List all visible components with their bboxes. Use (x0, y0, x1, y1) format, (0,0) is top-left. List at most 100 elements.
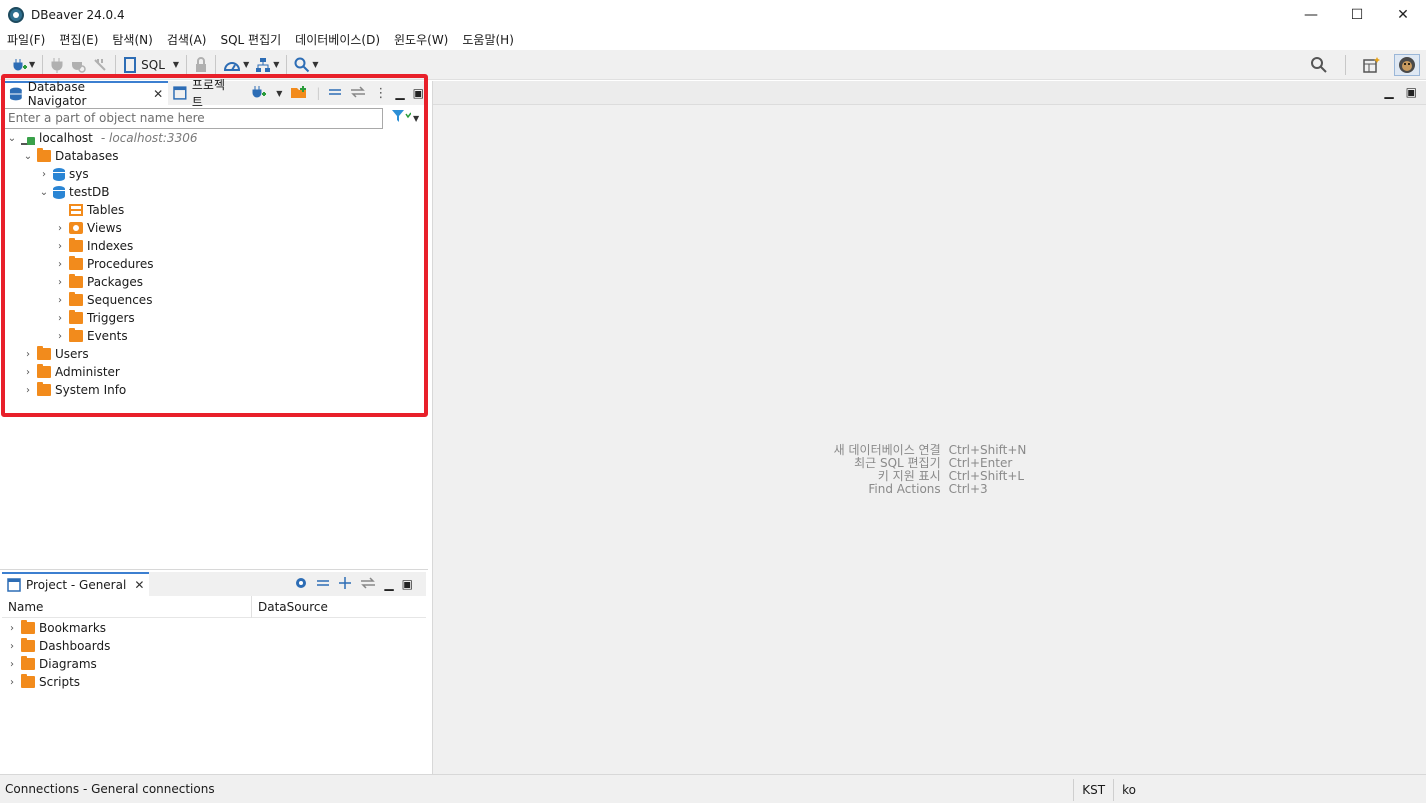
tree-node-administer[interactable]: › Administer (4, 363, 424, 381)
collapsed-chevron-icon[interactable]: › (38, 168, 50, 180)
disconnect-button[interactable] (89, 54, 111, 76)
reconnect-button[interactable] (67, 54, 89, 76)
scripts-folder-icon (21, 674, 35, 688)
tab-projects[interactable]: 프로젝트 (168, 78, 240, 109)
tree-node-events[interactable]: › Events (4, 327, 424, 345)
collapsed-chevron-icon[interactable]: › (54, 222, 66, 234)
object-filter-input[interactable] (4, 107, 383, 129)
collapse-all-icon[interactable] (316, 577, 330, 591)
collapsed-chevron-icon[interactable]: › (6, 622, 18, 634)
tree-node-system-info[interactable]: › System Info (4, 381, 424, 399)
tree-node-indexes[interactable]: › Indexes (4, 237, 424, 255)
menu-database[interactable]: 데이터베이스(D) (288, 30, 387, 50)
maximize-button[interactable]: ☐ (1334, 0, 1380, 30)
tree-node-packages[interactable]: › Packages (4, 273, 424, 291)
tree-node-users[interactable]: › Users (4, 345, 424, 363)
maximize-view-icon[interactable]: ▣ (402, 577, 413, 591)
search-toolbar-button[interactable]: ▼ (291, 54, 321, 76)
hint-shortcut: Ctrl+3 (948, 482, 988, 496)
tab-database-navigator[interactable]: Database Navigator ✕ (4, 80, 169, 108)
close-icon[interactable]: ✕ (134, 578, 144, 592)
maximize-view-icon[interactable]: ▣ (1406, 85, 1417, 99)
tree-node-sequences[interactable]: › Sequences (4, 291, 424, 309)
tree-node-views[interactable]: › Views (4, 219, 424, 237)
link-with-editor-icon[interactable] (360, 576, 376, 592)
view-menu-icon[interactable]: ⋮ (374, 86, 387, 101)
dropdown-arrow-icon[interactable]: ▼ (29, 60, 35, 69)
tree-node-dashboards[interactable]: › Dashboards (4, 637, 424, 655)
collapsed-chevron-icon[interactable]: › (54, 312, 66, 324)
menu-file[interactable]: 파일(F) (0, 30, 52, 50)
collapsed-chevron-icon[interactable]: › (6, 676, 18, 688)
collapsed-chevron-icon[interactable]: › (22, 384, 34, 396)
minimize-view-icon[interactable]: ▁ (395, 86, 404, 100)
connect-button[interactable] (47, 54, 67, 76)
tree-node-databases[interactable]: ⌄ Databases (4, 147, 424, 165)
filter-icon[interactable] (391, 109, 412, 127)
tree-node-bookmarks[interactable]: › Bookmarks (4, 619, 424, 637)
tree-node-procedures[interactable]: › Procedures (4, 255, 424, 273)
collapsed-chevron-icon[interactable]: › (54, 258, 66, 270)
collapsed-chevron-icon[interactable]: › (6, 640, 18, 652)
minimize-button[interactable]: — (1288, 0, 1334, 30)
tree-node-testdb[interactable]: ⌄ testDB (4, 183, 424, 201)
dropdown-arrow-icon[interactable]: ▼ (243, 60, 249, 69)
dashboard-button[interactable]: ▼ (220, 54, 252, 76)
menu-edit[interactable]: 편집(E) (52, 30, 105, 50)
dropdown-arrow-icon[interactable]: ▼ (173, 60, 179, 69)
sql-button-label: SQL (141, 57, 165, 72)
link-with-editor-icon[interactable] (350, 85, 366, 101)
close-icon[interactable]: ✕ (153, 87, 163, 101)
column-header-datasource[interactable]: DataSource (252, 596, 328, 618)
tab-project-general-label: Project - General (26, 578, 127, 592)
close-button[interactable]: ✕ (1380, 0, 1426, 30)
tab-project-general[interactable]: Project - General ✕ (2, 572, 150, 596)
tree-node-triggers[interactable]: › Triggers (4, 309, 424, 327)
settings-gear-icon[interactable] (294, 576, 308, 593)
collapsed-chevron-icon[interactable]: › (54, 294, 66, 306)
expand-all-icon[interactable] (338, 576, 352, 593)
transaction-lock-button[interactable] (191, 54, 211, 76)
new-connection-icon[interactable] (250, 84, 267, 103)
tree-node-sys[interactable]: › sys (4, 165, 424, 183)
menu-sql-editor[interactable]: SQL 편집기 (213, 30, 288, 50)
collapsed-chevron-icon[interactable]: › (54, 276, 66, 288)
tree-node-tables[interactable]: Tables (4, 201, 424, 219)
menu-window[interactable]: 윈도우(W) (387, 30, 455, 50)
minimize-view-icon[interactable]: ▁ (1384, 85, 1393, 99)
menu-search[interactable]: 검색(A) (160, 30, 214, 50)
collapse-all-icon[interactable] (328, 86, 342, 100)
tree-node-diagrams[interactable]: › Diagrams (4, 655, 424, 673)
minimize-view-icon[interactable]: ▁ (384, 577, 393, 591)
open-perspective-button[interactable] (1360, 54, 1384, 76)
expanded-chevron-icon[interactable]: ⌄ (38, 186, 50, 198)
folder-icon (69, 310, 83, 324)
tree-node-connection[interactable]: ⌄ localhost - localhost:3306 (4, 129, 424, 147)
expanded-chevron-icon[interactable]: ⌄ (22, 150, 34, 162)
collapsed-chevron-icon[interactable]: › (22, 366, 34, 378)
dbeaver-perspective-button[interactable] (1394, 54, 1420, 76)
dropdown-arrow-icon[interactable]: ▼ (413, 114, 419, 123)
global-search-button[interactable] (1307, 54, 1331, 76)
database-stack-icon (9, 87, 22, 101)
collapsed-chevron-icon[interactable]: › (54, 330, 66, 342)
column-header-name[interactable]: Name (2, 595, 252, 618)
timezone-indicator[interactable]: KST (1073, 778, 1113, 801)
collapsed-chevron-icon[interactable]: › (22, 348, 34, 360)
sql-editor-button[interactable]: SQL ▼ (120, 54, 182, 76)
menu-navigate[interactable]: 탐색(N) (105, 30, 159, 50)
erd-button[interactable]: ▼ (252, 54, 282, 76)
new-connection-button[interactable]: ▼ (8, 54, 38, 76)
maximize-view-icon[interactable]: ▣ (413, 86, 424, 100)
dropdown-arrow-icon[interactable]: ▼ (312, 60, 318, 69)
collapsed-chevron-icon[interactable]: › (6, 658, 18, 670)
tree-node-scripts[interactable]: › Scripts (4, 673, 424, 691)
collapsed-chevron-icon[interactable]: › (54, 240, 66, 252)
dropdown-arrow-icon[interactable]: ▼ (276, 89, 282, 98)
sql-script-icon (124, 56, 137, 73)
menu-help[interactable]: 도움말(H) (455, 30, 521, 50)
expanded-chevron-icon[interactable]: ⌄ (6, 132, 18, 144)
new-folder-icon[interactable] (290, 85, 308, 102)
locale-indicator[interactable]: ko (1113, 778, 1144, 801)
dropdown-arrow-icon[interactable]: ▼ (273, 60, 279, 69)
